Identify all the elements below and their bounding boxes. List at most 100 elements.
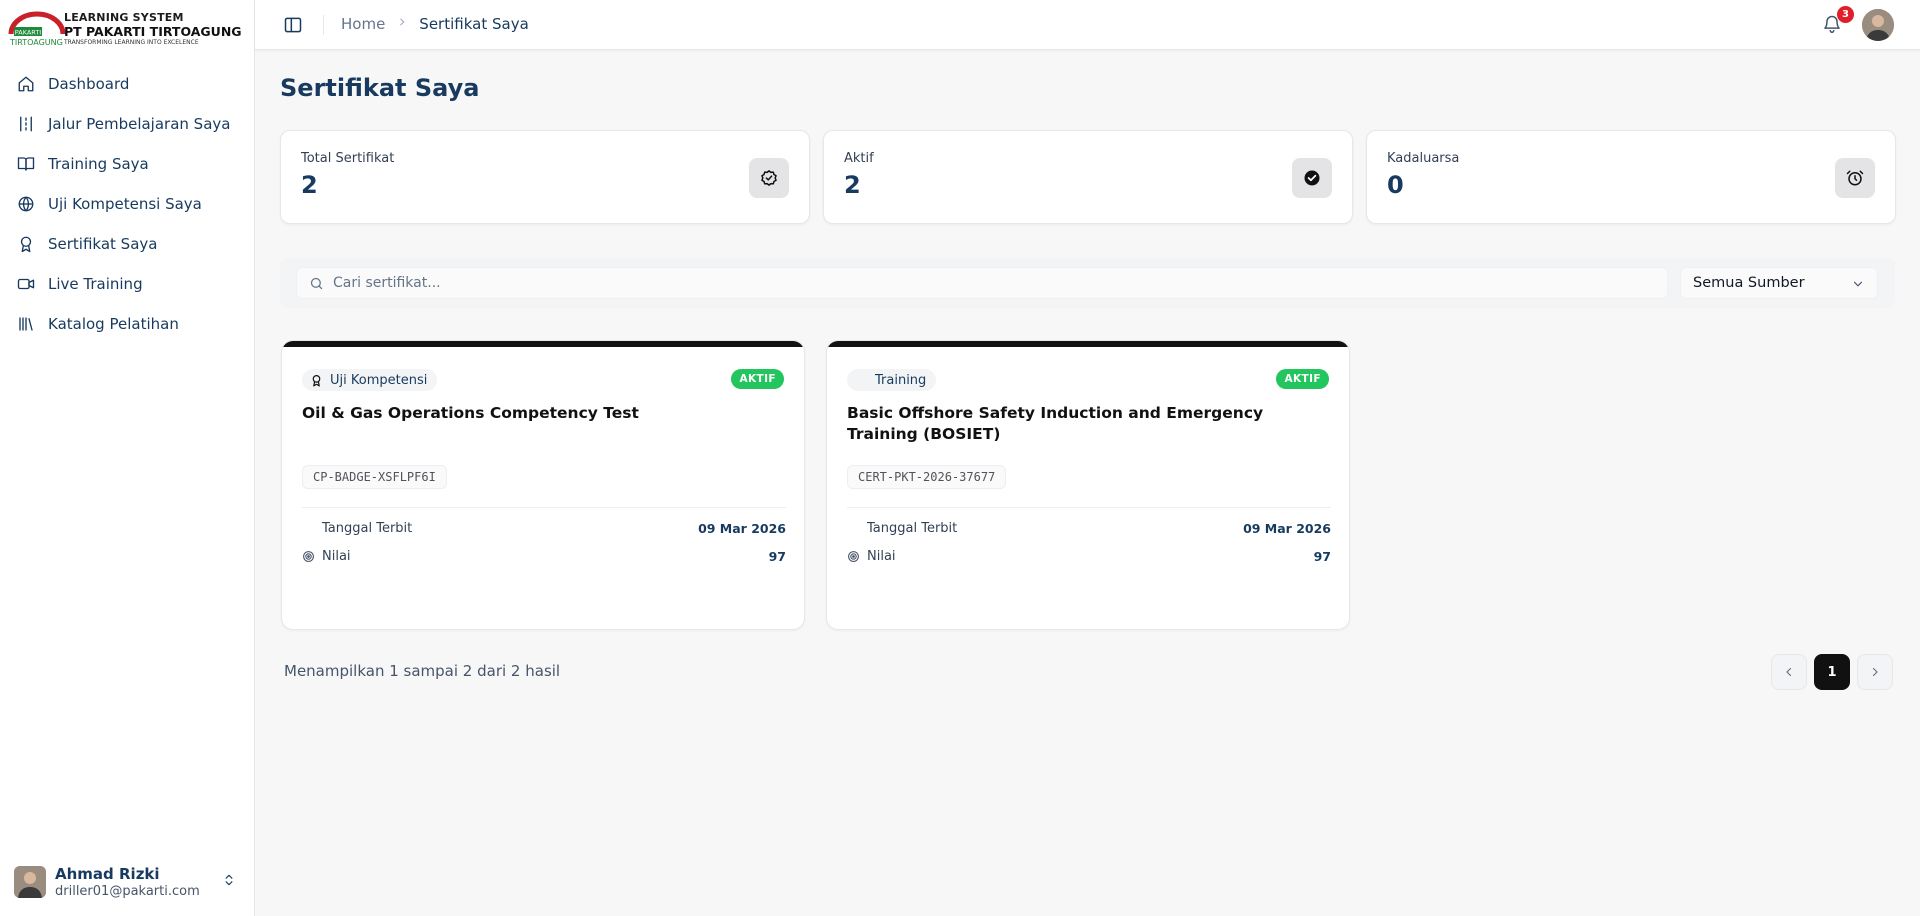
brand-line1: LEARNING SYSTEM xyxy=(64,11,184,24)
page-button-current[interactable]: 1 xyxy=(1814,654,1850,690)
globe-icon xyxy=(16,194,36,214)
breadcrumb-current: Sertifikat Saya xyxy=(419,15,529,33)
home-icon xyxy=(16,74,36,94)
video-icon xyxy=(16,274,36,294)
avatar[interactable] xyxy=(1862,9,1894,41)
pagination-summary: Menampilkan 1 sampai 2 dari 2 hasil xyxy=(284,662,561,680)
sidebar-item-dashboard[interactable]: Dashboard xyxy=(0,64,255,104)
sidebar-item-competency[interactable]: Uji Kompetensi Saya xyxy=(0,184,255,224)
score-value: 97 xyxy=(1313,548,1331,564)
breadcrumb: Home Sertifikat Saya xyxy=(341,15,529,33)
notification-badge: 3 xyxy=(1837,6,1854,23)
sidebar-item-label: Jalur Pembelajaran Saya xyxy=(48,115,231,133)
sidebar-item-label: Training Saya xyxy=(48,155,149,173)
alarm-clock-icon xyxy=(1835,158,1875,198)
certificate-code: CP-BADGE-XSFLPF6I xyxy=(302,465,447,489)
card-accent-bar xyxy=(827,341,1349,347)
certificate-title: Oil & Gas Operations Competency Test xyxy=(302,404,639,422)
search-icon xyxy=(309,276,324,295)
target-icon xyxy=(302,549,316,563)
calendar-icon xyxy=(302,521,316,535)
certificate-card[interactable]: Uji Kompetensi AKTIF Oil & Gas Operation… xyxy=(281,340,805,630)
certificate-type-chip: Training xyxy=(847,369,937,391)
source-select[interactable]: Semua Sumber xyxy=(1680,267,1878,299)
sidebar: PAKARTI TIRTOAGUNG LEARNING SYSTEM PT PA… xyxy=(0,0,255,916)
topbar: Home Sertifikat Saya 3 xyxy=(255,0,1920,50)
card-accent-bar xyxy=(282,341,804,347)
chevron-right-icon xyxy=(1872,667,1878,677)
sidebar-item-certificates[interactable]: Sertifikat Saya xyxy=(0,224,255,264)
route-icon xyxy=(16,114,36,134)
score-value: 97 xyxy=(768,548,786,564)
stat-card-active: Aktif 2 xyxy=(823,130,1353,224)
chevron-left-icon xyxy=(1786,667,1792,677)
status-badge: AKTIF xyxy=(1276,369,1329,389)
certificate-type-chip: Uji Kompetensi xyxy=(302,369,438,391)
avatar xyxy=(14,866,46,898)
card-divider xyxy=(302,507,786,508)
score-label: Nilai xyxy=(867,548,896,564)
stat-label: Aktif xyxy=(844,151,874,166)
award-icon xyxy=(310,373,324,387)
calendar-icon xyxy=(847,521,861,535)
sidebar-item-label: Dashboard xyxy=(48,75,130,93)
issued-date-row: Tanggal Terbit 09 Mar 2026 xyxy=(847,519,1331,537)
stat-card-total: Total Sertifikat 2 xyxy=(280,130,810,224)
certificate-code: CERT-PKT-2026-37677 xyxy=(847,465,1007,489)
user-name: Ahmad Rizki xyxy=(55,865,160,883)
issued-date-row: Tanggal Terbit 09 Mar 2026 xyxy=(302,519,786,537)
certificate-title: Basic Offshore Safety Induction and Emer… xyxy=(847,404,1264,443)
chevron-down-icon xyxy=(1851,277,1865,295)
stat-label: Kadaluarsa xyxy=(1387,151,1460,166)
score-row: Nilai 97 xyxy=(302,547,786,565)
chevrons-up-down-icon xyxy=(222,872,236,892)
check-circle-icon xyxy=(1292,158,1332,198)
certificate-type: Uji Kompetensi xyxy=(330,372,428,388)
sidebar-item-learning-path[interactable]: Jalur Pembelajaran Saya xyxy=(0,104,255,144)
library-icon xyxy=(16,314,36,334)
pakarti-logo-icon: PAKARTI TIRTOAGUNG xyxy=(8,11,66,47)
user-info: Ahmad Rizki driller01@pakarti.com xyxy=(55,865,200,899)
page-title: Sertifikat Saya xyxy=(280,74,480,102)
brand-line2: PT PAKARTI TIRTOAGUNG xyxy=(64,24,242,39)
sidebar-item-catalog[interactable]: Katalog Pelatihan xyxy=(0,304,255,344)
user-email: driller01@pakarti.com xyxy=(55,884,200,899)
brand-logo[interactable]: PAKARTI TIRTOAGUNG LEARNING SYSTEM PT PA… xyxy=(8,10,248,50)
stat-value: 2 xyxy=(301,171,318,199)
status-badge: AKTIF xyxy=(731,369,784,389)
logo-mark-top: PAKARTI xyxy=(15,29,42,37)
score-row: Nilai 97 xyxy=(847,547,1331,565)
certificate-type: Training xyxy=(875,372,927,388)
next-page-button[interactable] xyxy=(1857,654,1893,690)
sidebar-item-training[interactable]: Training Saya xyxy=(0,144,255,184)
award-icon xyxy=(16,234,36,254)
search-field xyxy=(296,267,1668,299)
sidebar-item-label: Sertifikat Saya xyxy=(48,235,158,253)
score-label: Nilai xyxy=(322,548,351,564)
card-divider xyxy=(847,507,1331,508)
issued-date-label: Tanggal Terbit xyxy=(867,520,958,536)
stat-value: 0 xyxy=(1387,171,1404,199)
sidebar-item-label: Uji Kompetensi Saya xyxy=(48,195,202,213)
badge-check-icon xyxy=(749,158,789,198)
sidebar-toggle-icon[interactable] xyxy=(283,15,303,35)
book-open-icon xyxy=(16,154,36,174)
sidebar-item-label: Live Training xyxy=(48,275,143,293)
sidebar-nav: Dashboard Jalur Pembelajaran Saya Traini… xyxy=(0,64,255,344)
prev-page-button[interactable] xyxy=(1771,654,1807,690)
topbar-separator xyxy=(323,15,324,35)
graduation-cap-icon xyxy=(855,373,869,387)
issued-date-label: Tanggal Terbit xyxy=(322,520,413,536)
sidebar-item-live-training[interactable]: Live Training xyxy=(0,264,255,304)
breadcrumb-home[interactable]: Home xyxy=(341,15,385,33)
issued-date-value: 09 Mar 2026 xyxy=(1243,520,1331,536)
logo-mark-bottom: TIRTOAGUNG xyxy=(9,38,63,47)
stat-label: Total Sertifikat xyxy=(301,151,395,166)
certificate-card[interactable]: Training AKTIF Basic Offshore Safety Ind… xyxy=(826,340,1350,630)
user-menu[interactable]: Ahmad Rizki driller01@pakarti.com xyxy=(14,862,244,902)
chevron-right-icon xyxy=(397,16,407,32)
stat-card-expired: Kadaluarsa 0 xyxy=(1366,130,1896,224)
brand-tagline: TRANSFORMING LEARNING INTO EXCELENCE xyxy=(64,39,199,46)
search-input[interactable] xyxy=(333,268,1633,298)
stat-value: 2 xyxy=(844,171,861,199)
